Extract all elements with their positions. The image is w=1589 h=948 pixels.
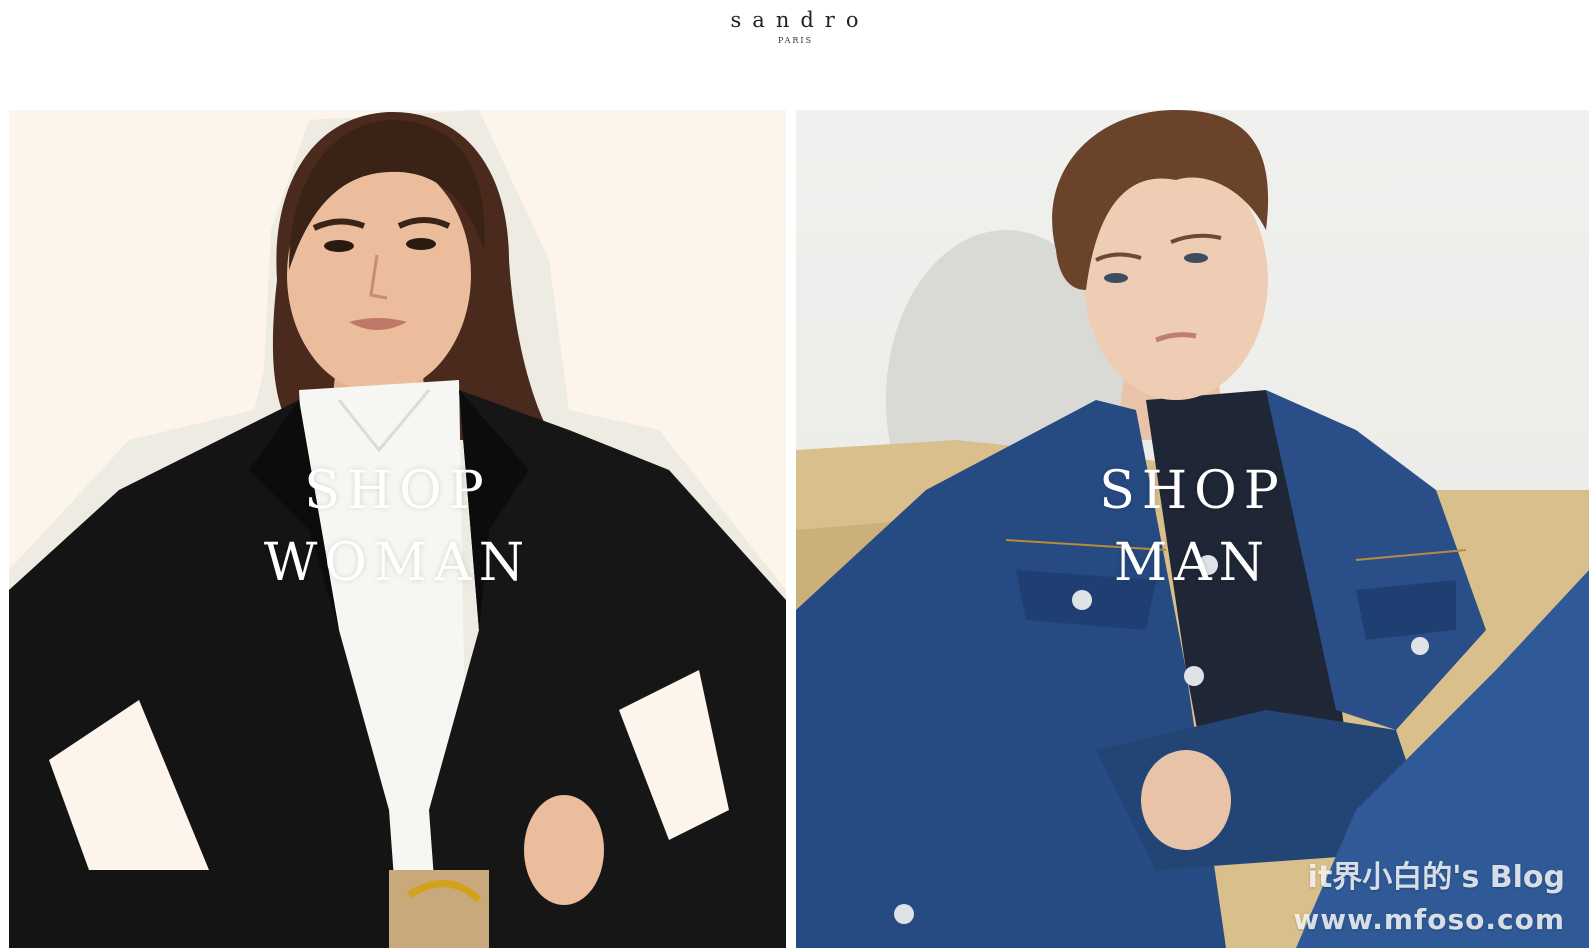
brand-name: sandro xyxy=(730,8,870,32)
shop-woman-tile[interactable]: SHOP WOMAN xyxy=(9,110,786,948)
shop-man-line1: SHOP xyxy=(1099,461,1286,521)
shop-man-line2: MAN xyxy=(1113,533,1272,593)
shop-woman-line2: WOMAN xyxy=(263,533,532,593)
shop-woman-label[interactable]: SHOP WOMAN xyxy=(9,455,786,599)
brand-logo[interactable]: sandro PARIS xyxy=(0,8,1589,45)
shop-woman-line1: SHOP xyxy=(304,461,491,521)
site-header: sandro PARIS xyxy=(0,0,1589,110)
watermark-url: www.mfoso.com xyxy=(1293,903,1565,936)
watermark-title: it界小白的's Blog xyxy=(1307,860,1565,895)
shop-man-tile[interactable]: SHOP MAN it界小白的's Blog www.mfoso.com xyxy=(796,110,1589,948)
shop-man-label[interactable]: SHOP MAN xyxy=(796,455,1589,599)
brand-city: PARIS xyxy=(777,36,814,45)
watermark: it界小白的's Blog www.mfoso.com xyxy=(1293,856,1565,940)
